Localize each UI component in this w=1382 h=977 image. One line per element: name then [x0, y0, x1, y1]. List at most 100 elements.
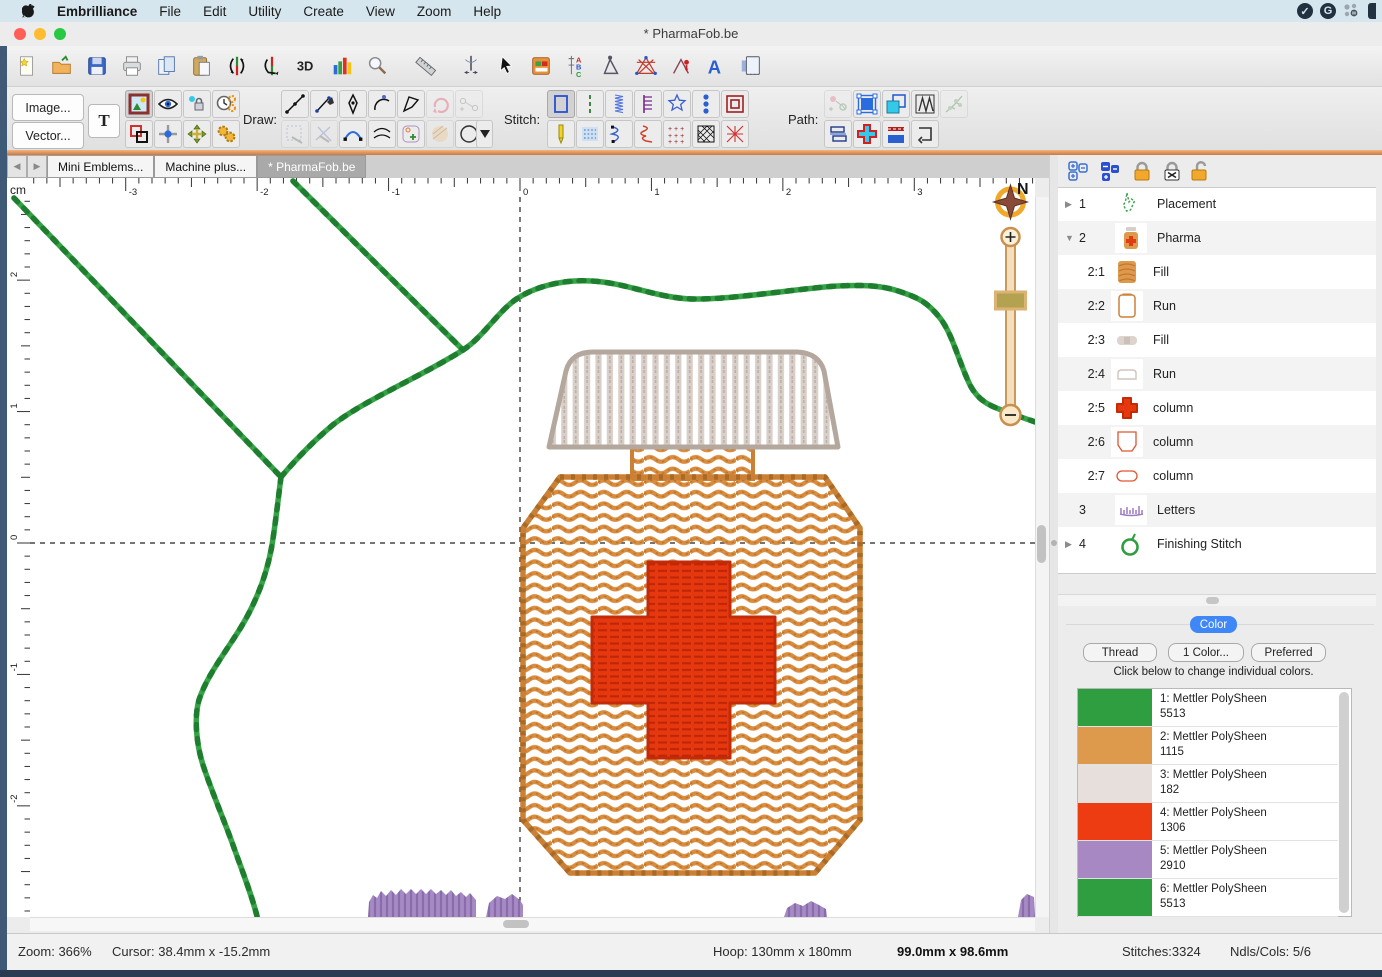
copy-design-button[interactable] [737, 52, 765, 80]
tab-pharmafob[interactable]: * PharmaFob.be [257, 155, 366, 178]
object-row-2-6[interactable]: 2:6 column [1058, 425, 1376, 459]
object-row-2-3[interactable]: 2:3 Fill [1058, 323, 1376, 357]
line-tool-icon[interactable] [281, 90, 309, 118]
lock-x-icon[interactable] [1160, 159, 1184, 183]
meander-stitch-icon[interactable] [634, 120, 662, 148]
polygon-tool-icon[interactable] [397, 90, 425, 118]
menu-help[interactable]: Help [473, 4, 501, 19]
motif-fill-icon[interactable]: + + ++ + ++ + + [663, 120, 691, 148]
text-tool-button[interactable]: A [702, 52, 730, 80]
curve-tool-icon[interactable] [339, 120, 367, 148]
column-stitch-icon[interactable] [605, 90, 633, 118]
add-hole-icon[interactable] [397, 120, 425, 148]
outline-cross-icon[interactable] [853, 120, 881, 148]
expand-selection-icon[interactable] [853, 90, 881, 118]
overlap-shapes-icon[interactable] [125, 120, 153, 148]
canvas-horizontal-scrollbar[interactable] [30, 917, 1035, 931]
menu-utility[interactable]: Utility [248, 4, 281, 19]
thread-color-row[interactable]: 4: Mettler PolySheen 1306 [1078, 803, 1338, 841]
time-gears-icon[interactable] [212, 90, 240, 118]
squiggle-stitch-icon[interactable] [605, 120, 633, 148]
stitch-color-chart-button[interactable] [328, 52, 356, 80]
open-button[interactable] [48, 52, 76, 80]
applique-icon[interactable] [721, 90, 749, 118]
pen-points-icon[interactable] [310, 90, 338, 118]
tab-machine-plus[interactable]: Machine plus... [154, 155, 257, 178]
color-list-scroll-thumb[interactable] [1339, 692, 1349, 913]
status-clipped-icon[interactable] [1368, 3, 1376, 19]
path-nodes-icon[interactable] [824, 90, 852, 118]
tab-mini-emblems[interactable]: Mini Emblems... [47, 155, 154, 178]
center-point-icon[interactable] [154, 120, 182, 148]
status-g-icon[interactable]: G [1320, 3, 1336, 19]
knife-tool-icon[interactable] [310, 120, 338, 148]
menu-view[interactable]: View [366, 4, 395, 19]
design-canvas[interactable] [30, 197, 1035, 917]
blanket-stitch-icon[interactable] [634, 90, 662, 118]
zigzag-path-icon[interactable] [911, 90, 939, 118]
image-view-icon[interactable] [125, 90, 153, 118]
lock-open-icon[interactable] [1188, 159, 1212, 183]
thread-swatch[interactable] [1078, 879, 1152, 916]
status-check-icon[interactable]: ✓ [1297, 3, 1313, 19]
thread-swatch[interactable] [1078, 727, 1152, 764]
one-color-button[interactable]: 1 Color... [1168, 643, 1244, 662]
canvas-horizontal-scroll-thumb[interactable] [503, 920, 529, 928]
pencil-stitch-icon[interactable] [547, 120, 575, 148]
align-rows-icon[interactable] [824, 120, 852, 148]
pen-nib-icon[interactable] [339, 90, 367, 118]
menu-app-name[interactable]: Embrilliance [57, 4, 137, 19]
zoom-tool-button[interactable] [363, 52, 391, 80]
object-row-2-1[interactable]: 2:1 Fill [1058, 255, 1376, 289]
break-path-icon[interactable] [882, 120, 910, 148]
apple-icon[interactable] [22, 4, 35, 19]
redo-shape-icon[interactable] [426, 90, 454, 118]
crosshatch-fill-icon[interactable] [692, 120, 720, 148]
thread-color-row[interactable]: 6: Mettler PolySheen 5513 [1078, 879, 1338, 917]
expand-all-icon[interactable] [1066, 159, 1090, 183]
disclosure-triangle-icon[interactable]: ▶ [1065, 199, 1075, 210]
object-row-placement[interactable]: ▶ 1 Placement [1058, 187, 1376, 221]
object-row-2-4[interactable]: 2:4 Run [1058, 357, 1376, 391]
thread-color-row[interactable]: 1: Mettler PolySheen 5513 [1078, 689, 1338, 727]
object-row-2-2[interactable]: 2:2 Run [1058, 289, 1376, 323]
new-document-button[interactable] [13, 52, 41, 80]
stitch-editor-button[interactable] [457, 52, 485, 80]
thread-swatch[interactable] [1078, 841, 1152, 878]
disclosure-triangle-icon[interactable]: ▼ [1065, 233, 1075, 243]
print-button[interactable] [118, 52, 146, 80]
menu-file[interactable]: File [159, 4, 181, 19]
thread-color-row[interactable]: 5: Mettler PolySheen 2910 [1078, 841, 1338, 879]
flip-horizontal-button[interactable] [223, 52, 251, 80]
gears-settings-icon[interactable] [212, 120, 240, 148]
thread-button[interactable]: Thread [1083, 643, 1157, 662]
save-button[interactable] [83, 52, 111, 80]
fill-dots-icon[interactable] [576, 120, 604, 148]
eye-visibility-icon[interactable] [154, 90, 182, 118]
tab-scroll-right-button[interactable]: ▶ [27, 155, 47, 178]
text-mode-button[interactable]: T [88, 104, 120, 138]
thread-swatch[interactable] [1078, 803, 1152, 840]
lock-closed-icon[interactable] [1130, 159, 1154, 183]
stitch-points-button[interactable] [667, 52, 695, 80]
select-cursor-button[interactable] [492, 52, 520, 80]
duplicate-shape-icon[interactable] [882, 90, 910, 118]
lettering-button[interactable]: ABC [562, 52, 590, 80]
connect-nodes-icon[interactable] [455, 90, 483, 118]
menu-create[interactable]: Create [303, 4, 344, 19]
draw-more-dropdown[interactable] [476, 120, 493, 148]
vector-button[interactable]: Vector... [12, 122, 84, 149]
measure-button[interactable] [412, 52, 440, 80]
object-row-pharma[interactable]: ▼ 2 Pharma [1058, 221, 1376, 255]
3d-view-button[interactable]: 3D [293, 52, 321, 80]
object-row-2-7[interactable]: 2:7 column [1058, 459, 1376, 493]
resize-node-button[interactable] [597, 52, 625, 80]
thread-color-row[interactable]: 2: Mettler PolySheen 1115 [1078, 727, 1338, 765]
disclosure-triangle-icon[interactable]: ▶ [1065, 539, 1075, 550]
paste-button[interactable] [188, 52, 216, 80]
hatch-disabled-icon[interactable] [426, 120, 454, 148]
mesh-transform-button[interactable] [632, 52, 660, 80]
thread-swatch[interactable] [1078, 765, 1152, 802]
preferred-button[interactable]: Preferred [1251, 643, 1326, 662]
object-list-scroll-thumb[interactable] [1206, 597, 1219, 604]
